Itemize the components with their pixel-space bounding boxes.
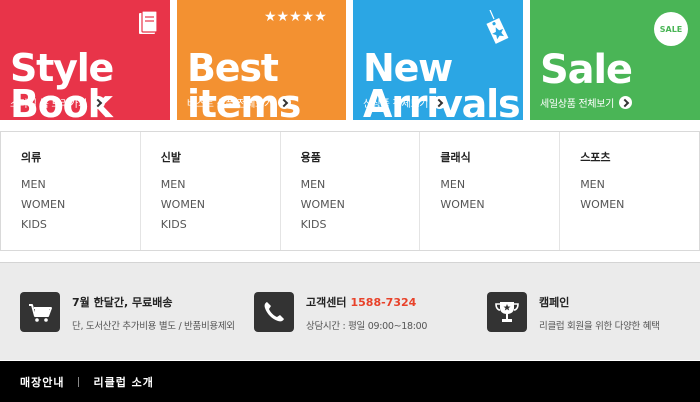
stars-icon: ★★★★★ [264,9,327,25]
category-link-women[interactable]: WOMEN [21,198,140,218]
category-link-men[interactable]: MEN [161,178,280,198]
category-link-women[interactable]: WOMEN [440,198,559,218]
info-title: 7월 한달간, 무료배송 [72,296,173,309]
banner-link[interactable]: 세일상품 전체보기 [540,95,633,110]
category-menu: 의류 MEN WOMEN KIDS 신발 MEN WOMEN KIDS 용품 M… [0,131,700,251]
arrow-right-icon [91,96,105,109]
category-link-kids[interactable]: KIDS [301,218,420,238]
customer-center-info: 고객센터 1588-7324 상담시간 : 평일 09:00~18:00 [254,292,427,332]
phone-icon [254,292,294,332]
banner-link-label: 세일상품 전체보기 [540,99,615,110]
info-desc: 단, 도서산간 추가비용 별도 / 반품비용제외 [72,321,235,332]
price-tag-icon [486,10,509,44]
banner-link[interactable]: 베스트 상품 전체보기 [187,95,291,110]
category-link-men[interactable]: MEN [440,178,559,198]
store-info-link[interactable]: 매장안내 [20,374,64,390]
footer-divider [78,376,80,387]
info-title: 고객센터 [306,296,347,309]
category-shoes: 신발 MEN WOMEN KIDS [141,132,281,250]
category-classic: 클래식 MEN WOMEN [420,132,561,250]
trophy-icon [487,292,527,332]
category-link-kids[interactable]: KIDS [21,218,140,238]
banner-title: Sale [540,47,633,93]
club-intro-link[interactable]: 리클럽 소개 [93,374,153,390]
phone-number[interactable]: 1588-7324 [350,296,416,309]
category-link-women[interactable]: WOMEN [301,198,420,218]
footer-bar: 매장안내 리클럽 소개 [0,361,700,402]
category-link-women[interactable]: WOMEN [161,198,280,218]
category-title: 클래식 [440,151,471,164]
category-link-men[interactable]: MEN [301,178,420,198]
free-shipping-info: 7월 한달간, 무료배송 단, 도서산간 추가비용 별도 / 반품비용제외 [20,292,235,332]
arrow-right-icon [433,96,447,109]
banner-link-label: 베스트 상품 전체보기 [187,99,273,110]
promo-banners: Style Book 스타일 북 보러가기 Best items 베스트 상품 … [0,0,700,120]
arrow-right-icon [277,96,291,109]
category-gear: 용품 MEN WOMEN KIDS [281,132,421,250]
book-icon [139,10,158,34]
service-info-strip: 7월 한달간, 무료배송 단, 도서산간 추가비용 별도 / 반품비용제외 고객… [0,262,700,360]
banner-link-label: 스타일 북 보러가기 [10,99,87,110]
sale-badge-icon: SALE [654,12,688,46]
banner-link[interactable]: 스타일 북 보러가기 [10,95,105,110]
info-title: 캠페인 [539,296,570,309]
arrow-right-icon [619,96,633,109]
category-title: 의류 [21,151,42,164]
category-title: 스포츠 [580,151,611,164]
category-title: 신발 [160,151,182,164]
banner-link[interactable]: 신상품 전체보기 [363,95,447,110]
category-title: 용품 [300,151,321,164]
category-link-women[interactable]: WOMEN [580,198,699,218]
category-link-kids[interactable]: KIDS [161,218,280,238]
campaign-info[interactable]: 캠페인 리클럽 회원을 위한 다양한 혜택 [487,292,660,332]
category-link-men[interactable]: MEN [21,178,140,198]
banner-link-label: 신상품 전체보기 [363,99,429,110]
category-clothing: 의류 MEN WOMEN KIDS [1,132,141,250]
category-link-men[interactable]: MEN [580,178,699,198]
info-desc: 리클럽 회원을 위한 다양한 혜택 [539,321,660,332]
info-desc: 상담시간 : 평일 09:00~18:00 [306,321,428,332]
category-sports: 스포츠 MEN WOMEN [560,132,699,250]
shopping-cart-icon [20,292,60,332]
